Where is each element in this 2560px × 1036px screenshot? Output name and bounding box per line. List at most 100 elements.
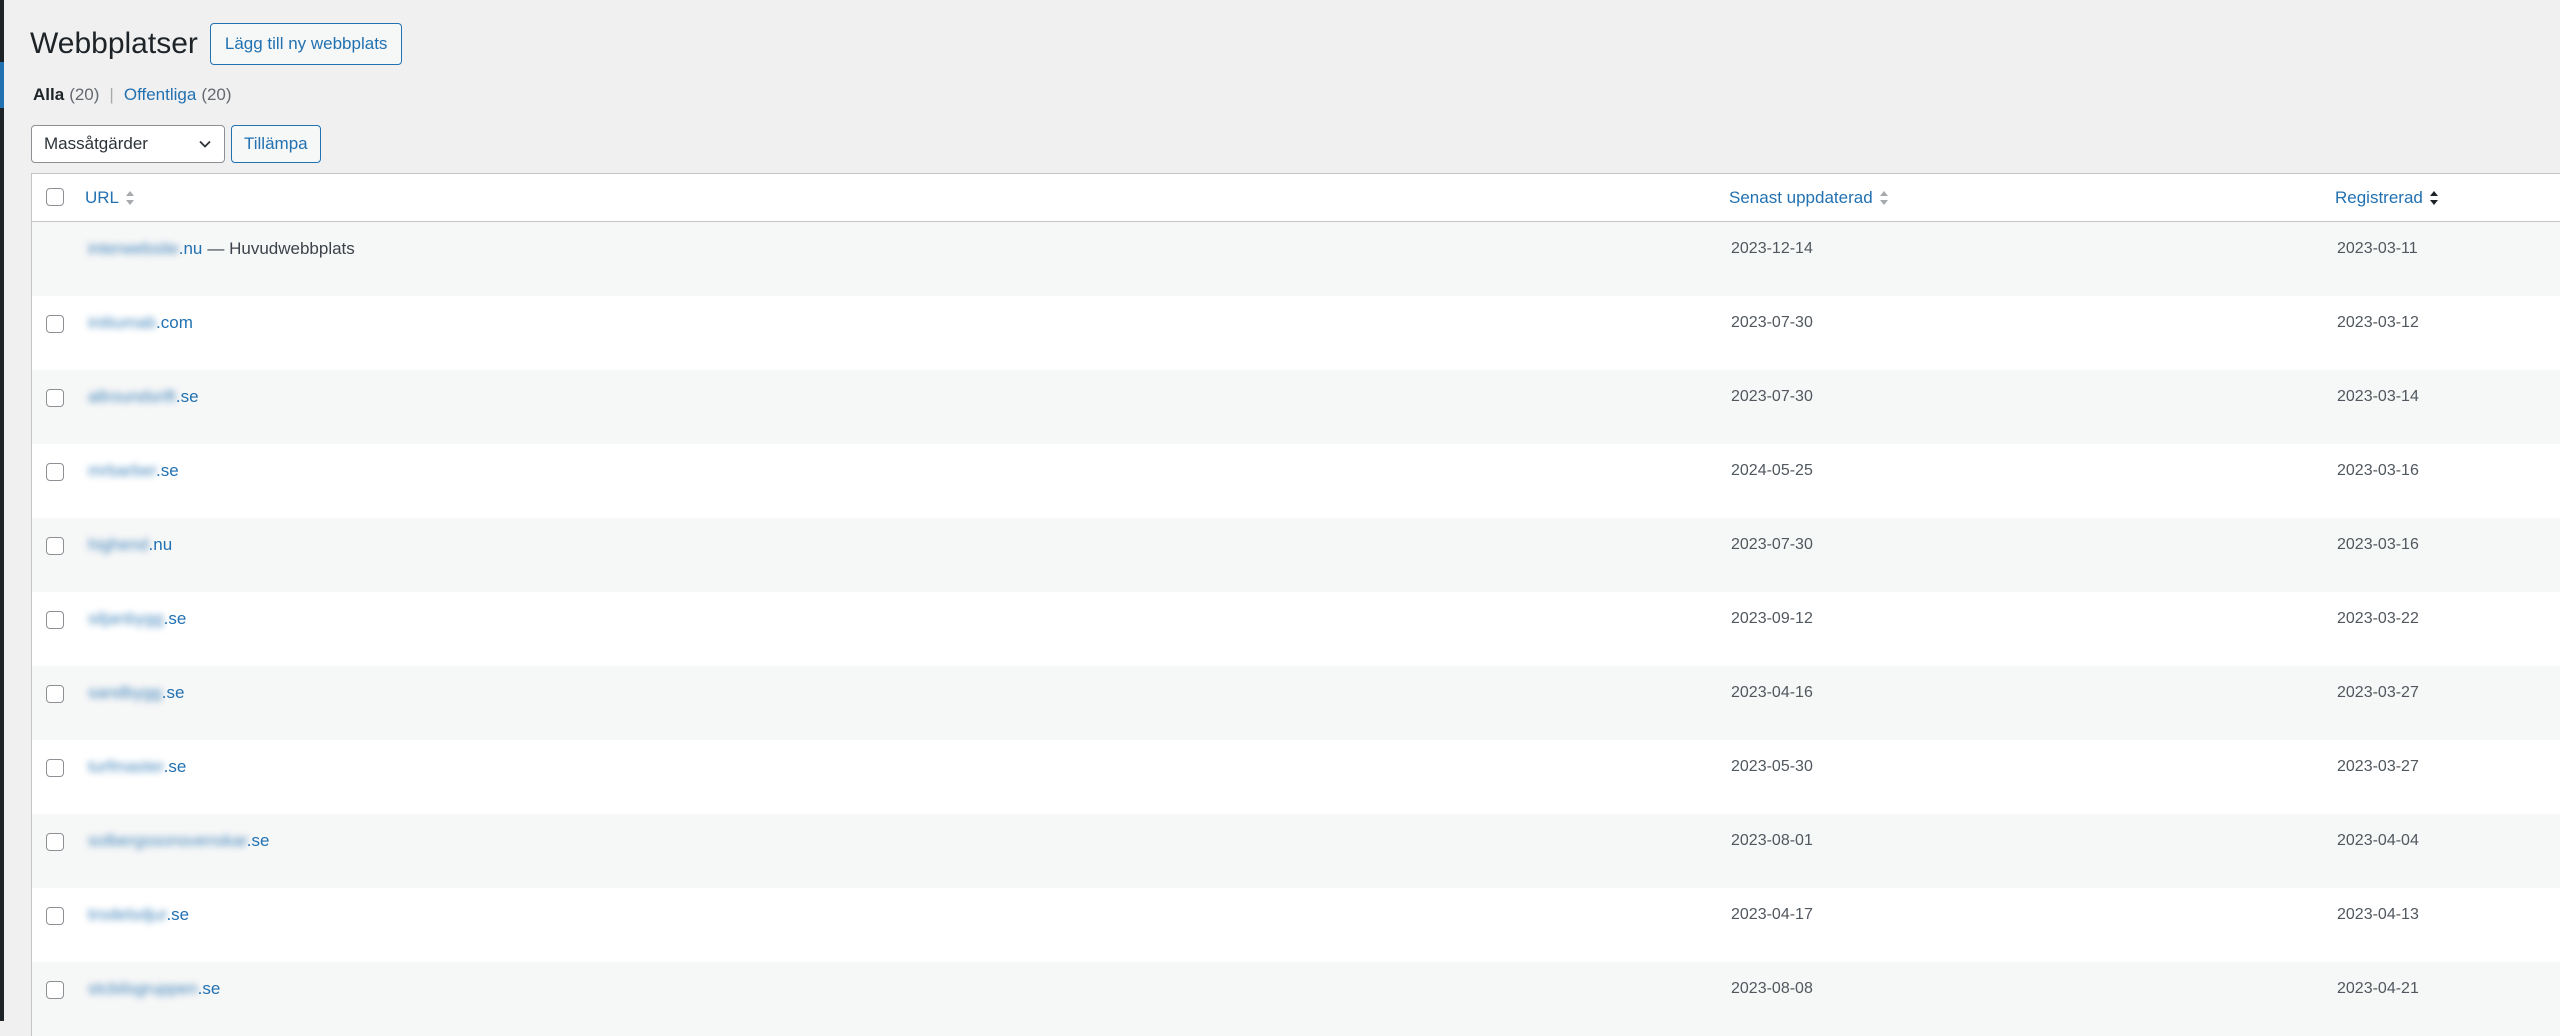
site-link[interactable]: allroundsrift.se <box>88 387 199 407</box>
registered-value: 2023-03-16 <box>2337 462 2419 479</box>
table-row: sandbygg.se 2023-04-16 2023-03-27 <box>32 666 2560 740</box>
site-link[interactable]: solbergssonsvenskar.se <box>88 831 269 851</box>
last-updated-value: 2023-07-30 <box>1731 388 1813 405</box>
site-name-blurred: trodelsdjur <box>88 905 167 924</box>
column-last-updated[interactable]: Senast uppdaterad <box>1729 174 1889 221</box>
site-link[interactable]: mrbarber.se <box>88 461 179 481</box>
site-tld: .nu <box>148 535 173 554</box>
tablenav-top: Massåtgärder Tillämpa <box>31 125 321 163</box>
table-row: turfmaster.se 2023-05-30 2023-03-27 <box>32 740 2560 814</box>
last-updated-value: 2023-09-12 <box>1731 610 1813 627</box>
row-checkbox[interactable] <box>46 981 64 999</box>
bulk-actions-selected: Massåtgärder <box>44 134 148 153</box>
site-url-cell: siljanbygg.se <box>88 592 186 646</box>
row-checkbox[interactable] <box>46 463 64 481</box>
registered-value: 2023-04-04 <box>2337 832 2419 849</box>
sort-icon <box>126 190 135 205</box>
last-updated-value: 2023-08-08 <box>1731 980 1813 997</box>
column-url[interactable]: URL <box>85 174 135 221</box>
last-updated-value: 2023-08-01 <box>1731 832 1813 849</box>
row-checkbox[interactable] <box>46 685 64 703</box>
table-row: mrbarber.se 2024-05-25 2023-03-16 <box>32 444 2560 518</box>
row-checkbox[interactable] <box>46 907 64 925</box>
filter-public-count: (20) <box>201 85 232 104</box>
site-name-blurred: highend <box>88 535 149 554</box>
site-name-blurred: interwebsite <box>88 239 179 258</box>
site-link[interactable]: highend.nu <box>88 535 172 555</box>
row-checkbox[interactable] <box>46 611 64 629</box>
row-checkbox[interactable] <box>46 389 64 407</box>
table-row: allroundsrift.se 2023-07-30 2023-03-14 <box>32 370 2560 444</box>
column-registered[interactable]: Registrerad <box>2335 174 2439 221</box>
table-row: trodelsdjur.se 2023-04-17 2023-04-13 <box>32 888 2560 962</box>
site-url-cell: interwebsite.nu — Huvudwebbplats <box>88 222 355 276</box>
site-name-blurred: sandbygg <box>88 683 162 702</box>
site-name-blurred: initiumab <box>88 313 157 332</box>
add-new-site-button[interactable]: Lägg till ny webbplats <box>209 23 403 65</box>
bulk-actions-select[interactable]: Massåtgärder <box>31 125 225 163</box>
registered-value: 2023-03-27 <box>2337 684 2419 701</box>
last-updated-value: 2023-07-30 <box>1731 536 1813 553</box>
site-tld: .se <box>246 831 270 850</box>
site-tld: .com <box>156 313 193 332</box>
column-last-updated-label: Senast uppdaterad <box>1729 187 1873 207</box>
table-row: initiumab.com 2023-07-30 2023-03-12 <box>32 296 2560 370</box>
chevron-down-icon <box>199 140 211 148</box>
site-url-cell: stcbilsgruppen.se <box>88 962 220 1016</box>
site-tld: .nu <box>178 239 203 258</box>
page-header: Webbplatser Lägg till ny webbplats <box>30 22 403 66</box>
filter-public[interactable]: Offentliga (20) <box>124 83 232 107</box>
site-link[interactable]: initiumab.com <box>88 313 193 333</box>
sort-icon <box>1879 190 1888 205</box>
select-all-checkbox[interactable] <box>46 188 64 206</box>
filter-all-count: (20) <box>69 85 100 104</box>
apply-button[interactable]: Tillämpa <box>231 125 321 163</box>
row-checkbox[interactable] <box>46 759 64 777</box>
site-tld: .se <box>163 609 187 628</box>
status-filters: Alla (20) | Offentliga (20) <box>33 83 232 107</box>
last-updated-value: 2023-04-17 <box>1731 906 1813 923</box>
site-url-cell: initiumab.com <box>88 296 193 350</box>
site-name-blurred: mrbarber <box>88 461 157 480</box>
sort-desc-icon <box>2429 190 2438 205</box>
filter-all-label: Alla <box>33 85 65 104</box>
row-checkbox[interactable] <box>46 315 64 333</box>
site-link[interactable]: interwebsite.nu <box>88 239 202 259</box>
last-updated-value: 2024-05-25 <box>1731 462 1813 479</box>
registered-value: 2023-03-16 <box>2337 536 2419 553</box>
registered-value: 2023-03-11 <box>2337 240 2418 257</box>
site-name-blurred: siljanbygg <box>88 609 164 628</box>
table-row: solbergssonsvenskar.se 2023-08-01 2023-0… <box>32 814 2560 888</box>
site-tld: .se <box>156 461 179 480</box>
registered-value: 2023-03-27 <box>2337 758 2419 775</box>
site-url-cell: mrbarber.se <box>88 444 179 498</box>
site-link[interactable]: sandbygg.se <box>88 683 184 703</box>
registered-value: 2023-04-13 <box>2337 906 2419 923</box>
row-checkbox[interactable] <box>46 537 64 555</box>
admin-menu-active-indicator <box>0 62 4 108</box>
site-tld: .se <box>161 683 185 702</box>
filter-separator: | <box>109 85 114 104</box>
site-link[interactable]: siljanbygg.se <box>88 609 186 629</box>
site-name-blurred: solbergssonsvenskar <box>88 831 247 850</box>
site-tld: .se <box>163 757 187 776</box>
site-url-cell: solbergssonsvenskar.se <box>88 814 269 868</box>
main-site-label: — Huvudwebbplats <box>207 239 355 258</box>
site-link[interactable]: stcbilsgruppen.se <box>88 979 220 999</box>
last-updated-value: 2023-07-30 <box>1731 314 1813 331</box>
site-tld: .se <box>166 905 190 924</box>
site-link[interactable]: trodelsdjur.se <box>88 905 189 925</box>
last-updated-value: 2023-12-14 <box>1731 240 1813 257</box>
last-updated-value: 2023-04-16 <box>1731 684 1813 701</box>
site-link[interactable]: turfmaster.se <box>88 757 186 777</box>
row-checkbox[interactable] <box>46 833 64 851</box>
sites-table: URL Senast uppdaterad Registrerad interw… <box>31 173 2560 1036</box>
site-url-cell: highend.nu <box>88 518 172 572</box>
site-tld: .se <box>175 387 199 406</box>
registered-value: 2023-03-14 <box>2337 388 2419 405</box>
site-name-blurred: allroundsrift <box>88 387 176 406</box>
site-tld: .se <box>197 979 221 998</box>
filter-all[interactable]: Alla (20) <box>33 83 99 107</box>
site-url-cell: turfmaster.se <box>88 740 186 794</box>
page-title: Webbplatser <box>30 27 198 60</box>
